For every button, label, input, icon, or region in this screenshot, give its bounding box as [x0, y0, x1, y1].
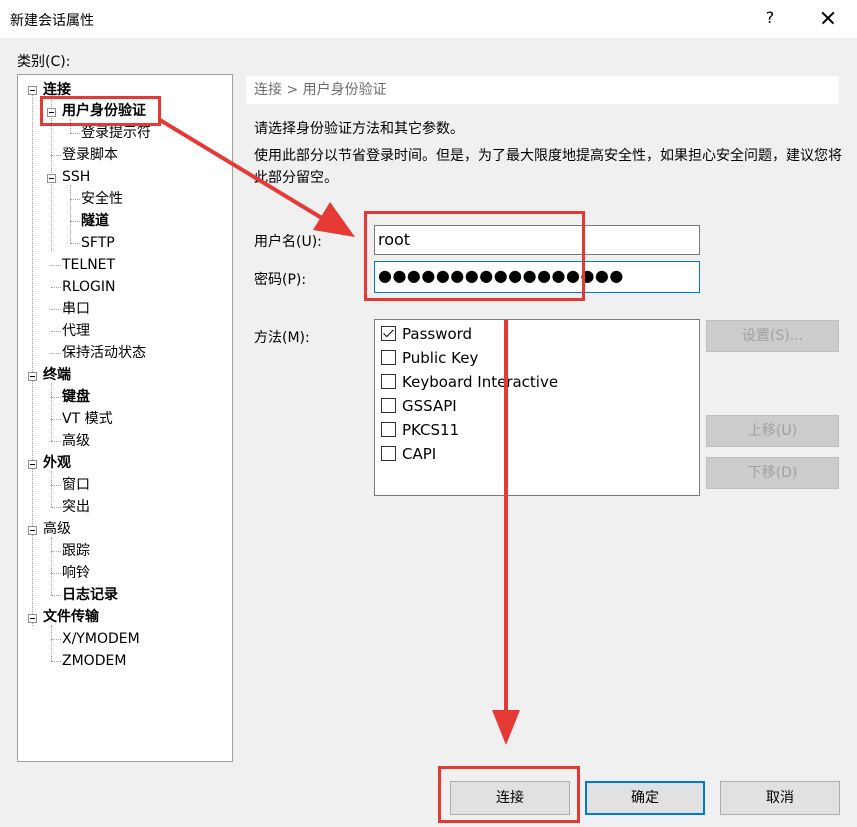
tree-connector	[70, 221, 80, 222]
tree-item-ssh[interactable]: SSH	[62, 167, 90, 187]
tree-item-terminal[interactable]: 终端	[43, 365, 71, 385]
collapse-icon[interactable]	[28, 86, 37, 95]
settings-button[interactable]: 设置(S)...	[706, 320, 839, 352]
tree-connector	[51, 595, 61, 596]
tree-connector	[51, 485, 61, 486]
collapse-icon[interactable]	[28, 460, 37, 469]
tree-connector	[51, 419, 61, 420]
section-description: 请选择身份验证方法和其它参数。	[254, 121, 464, 137]
collapse-icon[interactable]	[28, 372, 37, 381]
move-down-button[interactable]: 下移(D)	[706, 457, 839, 489]
username-label: 用户名(U):	[254, 234, 322, 250]
tree-connector	[51, 397, 61, 398]
tree-item-zmodem[interactable]: ZMODEM	[62, 651, 126, 671]
tree-connector	[51, 625, 52, 661]
tree-connector	[51, 353, 61, 354]
collapse-icon[interactable]	[47, 174, 56, 183]
tree-connector	[51, 507, 61, 508]
ok-button[interactable]: 确定	[585, 781, 705, 815]
collapse-icon[interactable]	[28, 614, 37, 623]
method-list[interactable]: Password Public Key Keyboard Interactive…	[374, 319, 700, 496]
tree-item-keyboard[interactable]: 键盘	[62, 387, 90, 407]
tree-connector	[51, 441, 61, 442]
tree-item-login-prompts[interactable]: 登录提示符	[81, 123, 151, 143]
tree-connector	[70, 185, 71, 243]
tree-connector	[51, 639, 61, 640]
tree-item-proxy[interactable]: 代理	[62, 321, 90, 341]
checkbox-icon[interactable]	[381, 422, 396, 437]
tree-item-file-transfer[interactable]: 文件传输	[43, 607, 99, 627]
annotation-arrowhead-icon	[492, 710, 520, 745]
tree-connector	[51, 331, 61, 332]
method-label: 方法(M):	[254, 330, 310, 346]
tree-item-security[interactable]: 安全性	[81, 189, 123, 209]
tree-connector	[32, 95, 33, 626]
tree-item-serial[interactable]: 串口	[62, 299, 90, 319]
method-label-text: CAPI	[402, 445, 437, 463]
tree-item-xymodem[interactable]: X/YMODEM	[62, 629, 140, 649]
tree-item-advanced[interactable]: 高级	[43, 519, 71, 539]
tree-item-tunneling[interactable]: 隧道	[81, 211, 109, 231]
cancel-button[interactable]: 取消	[720, 781, 840, 815]
tree-connector	[51, 537, 52, 595]
collapse-icon[interactable]	[28, 526, 37, 535]
tree-item-highlight[interactable]: 突出	[62, 497, 90, 517]
tree-item-logging[interactable]: 日志记录	[62, 585, 118, 605]
annotation-highlight-box	[438, 766, 580, 823]
tree-item-rlogin[interactable]: RLOGIN	[62, 277, 116, 297]
tree-connector	[51, 309, 61, 310]
section-note: 使用此部分以节省登录时间。但是，为了最大限度地提高安全性，如果担心安全问题，建议…	[254, 148, 842, 186]
tree-item-terminal-advanced[interactable]: 高级	[62, 431, 90, 451]
tree-connector	[51, 155, 61, 156]
tree-item-appearance[interactable]: 外观	[43, 453, 71, 473]
tree-item-telnet[interactable]: TELNET	[62, 255, 115, 275]
password-label: 密码(P):	[254, 272, 307, 288]
tree-connector	[51, 573, 61, 574]
tree-connector	[70, 133, 80, 134]
tree-item-vt-mode[interactable]: VT 模式	[62, 409, 113, 429]
breadcrumb: 连接 > 用户身份验证	[246, 76, 839, 104]
tree-item-login-script[interactable]: 登录脚本	[62, 145, 118, 165]
move-up-button[interactable]: 上移(U)	[706, 415, 839, 447]
window-title: 新建会话属性	[10, 13, 94, 29]
help-button[interactable]: ?	[760, 6, 780, 30]
checkbox-checked-icon[interactable]	[381, 326, 396, 341]
checkbox-icon[interactable]	[381, 374, 396, 389]
annotation-highlight-box	[40, 96, 161, 126]
tree-connector	[70, 199, 80, 200]
tree-connector	[51, 661, 61, 662]
method-label-text: GSSAPI	[402, 397, 457, 415]
annotation-highlight-box	[364, 211, 585, 301]
method-label-text: PKCS11	[402, 421, 460, 439]
tree-connector	[51, 287, 61, 288]
close-button[interactable]	[808, 4, 848, 32]
title-bar: 新建会话属性 ?	[0, 0, 857, 38]
category-label: 类别(C):	[17, 54, 71, 70]
tree-item-keep-alive[interactable]: 保持活动状态	[62, 343, 146, 363]
tree-item-trace[interactable]: 跟踪	[62, 541, 90, 561]
tree-connector	[51, 471, 52, 507]
method-label-text: Public Key	[402, 349, 479, 367]
checkbox-icon[interactable]	[381, 446, 396, 461]
tree-connector	[51, 265, 61, 266]
tree-item-sftp[interactable]: SFTP	[81, 233, 115, 253]
method-label-text: Keyboard Interactive	[402, 373, 559, 391]
tree-item-bell[interactable]: 响铃	[62, 563, 90, 583]
checkbox-icon[interactable]	[381, 350, 396, 365]
tree-connector	[51, 551, 61, 552]
tree-item-window[interactable]: 窗口	[62, 475, 90, 495]
tree-connector	[51, 383, 52, 441]
category-tree[interactable]: 连接 用户身份验证 登录提示符 登录脚本 SSH 安全性 隧道 SFTP TEL…	[17, 74, 233, 762]
method-label-text: Password	[402, 325, 473, 343]
checkbox-icon[interactable]	[381, 398, 396, 413]
tree-connector	[70, 243, 80, 244]
